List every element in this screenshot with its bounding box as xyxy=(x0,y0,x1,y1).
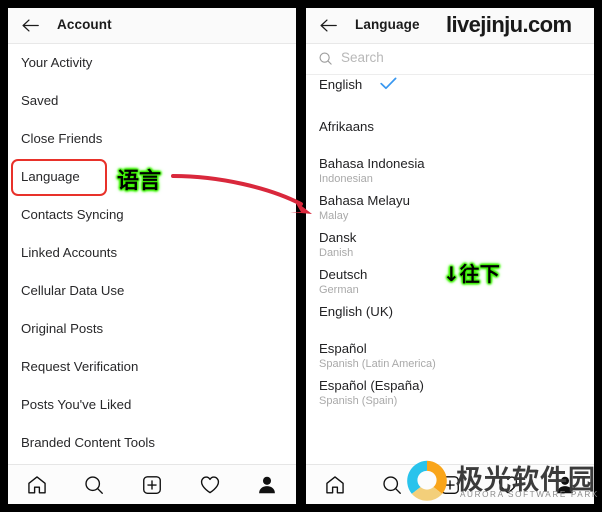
search-icon xyxy=(319,52,332,65)
language-subtitle: Indonesian xyxy=(319,173,373,185)
settings-item-saved[interactable]: Saved xyxy=(8,82,296,120)
settings-item-posts-youve-liked[interactable]: Posts You've Liked xyxy=(8,386,296,424)
language-name: English xyxy=(319,77,363,92)
aurora-logo-icon xyxy=(407,460,447,501)
back-arrow-icon[interactable] xyxy=(21,17,40,34)
profile-icon[interactable] xyxy=(256,474,278,496)
home-icon[interactable] xyxy=(26,474,48,496)
screenshot-stage: Account Your Activity Saved Close Friend… xyxy=(0,0,602,512)
search-icon[interactable] xyxy=(381,474,403,496)
site-watermark: livejinju.com xyxy=(446,12,572,37)
language-name: Bahasa Indonesia xyxy=(319,156,425,171)
settings-item-branded-content-tools[interactable]: Branded Content Tools xyxy=(8,424,296,462)
annotation-language-label: 语言 xyxy=(117,169,162,194)
language-row-bahasa-melayu[interactable]: Bahasa Melayu Malay xyxy=(306,186,594,223)
language-list: English Afrikaans Bahasa Indonesia Indon… xyxy=(306,75,594,408)
language-row-afrikaans[interactable]: Afrikaans xyxy=(306,112,594,149)
search-icon[interactable] xyxy=(83,474,105,496)
page-title: Account xyxy=(57,17,112,32)
settings-item-cellular-data-use[interactable]: Cellular Data Use xyxy=(8,272,296,310)
language-subtitle: Spanish (Latin America) xyxy=(319,358,436,370)
annotation-arrow xyxy=(171,174,312,214)
language-row-english[interactable]: English xyxy=(306,75,594,112)
account-settings-panel: Account Your Activity Saved Close Friend… xyxy=(8,8,296,504)
back-arrow-icon[interactable] xyxy=(319,17,338,34)
logo-en-text: AURORA SOFTWARE PARK xyxy=(460,490,599,499)
search-input-placeholder[interactable]: Search xyxy=(341,50,384,65)
language-name: Español xyxy=(319,341,367,356)
new-post-icon[interactable] xyxy=(141,474,163,496)
home-icon[interactable] xyxy=(324,474,346,496)
language-row-dansk[interactable]: Dansk Danish xyxy=(306,223,594,260)
language-subtitle: Spanish (Spain) xyxy=(319,395,398,407)
language-subtitle: Malay xyxy=(319,210,349,222)
language-header: Language livejinju.com xyxy=(306,8,594,44)
settings-list: Your Activity Saved Close Friends Langua… xyxy=(8,44,296,462)
language-row-espanol-espana[interactable]: Español (España) Spanish (Spain) xyxy=(306,371,594,408)
language-panel: Language livejinju.com Search English Af… xyxy=(306,8,594,504)
language-row-espanol[interactable]: Español Spanish (Latin America) xyxy=(306,334,594,371)
settings-item-original-posts[interactable]: Original Posts xyxy=(8,310,296,348)
language-name: English (UK) xyxy=(319,304,394,319)
bottom-nav-left xyxy=(8,464,296,504)
settings-item-request-verification[interactable]: Request Verification xyxy=(8,348,296,386)
annotation-scroll-down-label: ↓往下 xyxy=(443,262,500,286)
page-title: Language xyxy=(355,17,420,32)
aurora-software-park-watermark: 极光软件园 AURORA SOFTWARE PARK xyxy=(404,456,597,506)
settings-item-close-friends[interactable]: Close Friends xyxy=(8,120,296,158)
language-name: Afrikaans xyxy=(319,119,374,134)
account-header: Account xyxy=(8,8,296,44)
heart-icon[interactable] xyxy=(199,474,221,496)
check-icon xyxy=(380,77,397,90)
language-row-english-uk[interactable]: English (UK) xyxy=(306,297,594,334)
search-bar[interactable]: Search xyxy=(306,44,594,75)
language-name: Dansk xyxy=(319,230,357,245)
language-row-bahasa-indonesia[interactable]: Bahasa Indonesia Indonesian xyxy=(306,149,594,186)
settings-item-linked-accounts[interactable]: Linked Accounts xyxy=(8,234,296,272)
language-name: Bahasa Melayu xyxy=(319,193,410,208)
language-name: Español (España) xyxy=(319,378,424,393)
language-highlight-box xyxy=(11,159,107,196)
settings-item-your-activity[interactable]: Your Activity xyxy=(8,44,296,82)
